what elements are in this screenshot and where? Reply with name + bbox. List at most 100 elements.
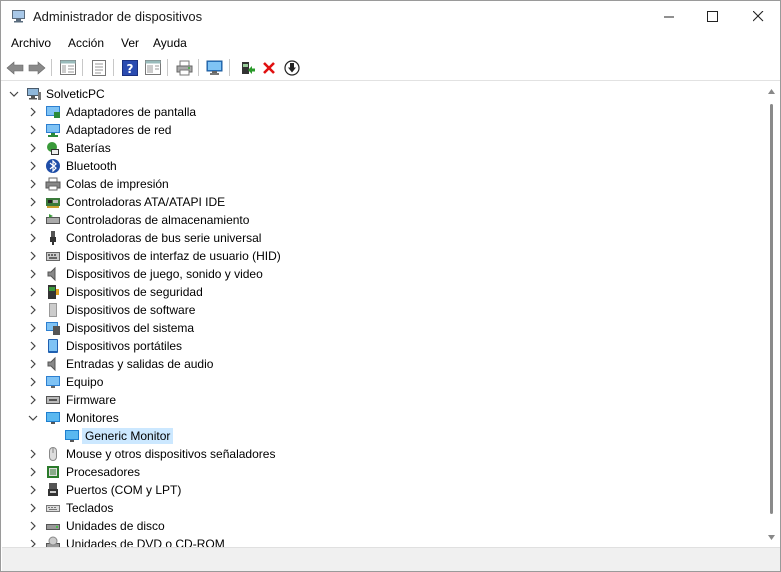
tree-category-row[interactable]: Teclados bbox=[2, 499, 742, 517]
disable-device-icon[interactable] bbox=[282, 58, 302, 77]
tree-category-row[interactable]: Controladoras ATA/ATAPI IDE bbox=[2, 193, 742, 211]
tree-category-row[interactable]: Bluetooth bbox=[2, 157, 742, 175]
chevron-right-icon[interactable] bbox=[27, 232, 39, 244]
tree-category-label: Monitores bbox=[66, 411, 119, 425]
tree-category-row[interactable]: Entradas y salidas de audio bbox=[2, 355, 742, 373]
tree-category-row[interactable]: Mouse y otros dispositivos señaladores bbox=[2, 445, 742, 463]
tree-category-row[interactable]: Dispositivos de interfaz de usuario (HID… bbox=[2, 247, 742, 265]
speaker-icon bbox=[45, 266, 61, 282]
audio-io-icon bbox=[45, 356, 61, 372]
tree-category-label: Dispositivos del sistema bbox=[66, 321, 195, 335]
chevron-right-icon[interactable] bbox=[27, 160, 39, 172]
menu-accion[interactable]: Acción bbox=[68, 36, 104, 50]
chevron-right-icon[interactable] bbox=[27, 484, 39, 496]
update-driver-icon[interactable] bbox=[237, 58, 257, 77]
tree-category-label: Colas de impresión bbox=[66, 177, 169, 191]
tree-category-label: Dispositivos de juego, sonido y video bbox=[66, 267, 263, 281]
chevron-right-icon[interactable] bbox=[27, 196, 39, 208]
tree-category-row[interactable]: Controladoras de almacenamiento bbox=[2, 211, 742, 229]
tree-category-row[interactable]: Puertos (COM y LPT) bbox=[2, 481, 742, 499]
properties-icon[interactable] bbox=[89, 58, 109, 77]
uninstall-device-icon[interactable] bbox=[259, 58, 279, 77]
menu-archivo[interactable]: Archivo bbox=[11, 36, 51, 50]
tree-category-label: Entradas y salidas de audio bbox=[66, 357, 214, 371]
keyboard-icon bbox=[45, 500, 61, 516]
show-hide-console-tree-icon[interactable] bbox=[58, 58, 78, 77]
chevron-right-icon[interactable] bbox=[27, 358, 39, 370]
tree-category-label: Dispositivos de interfaz de usuario (HID… bbox=[66, 249, 281, 263]
chevron-right-icon[interactable] bbox=[27, 502, 39, 514]
chevron-right-icon[interactable] bbox=[27, 340, 39, 352]
menu-bar: Archivo Acción Ver Ayuda bbox=[1, 32, 780, 54]
tree-category-label: Unidades de disco bbox=[66, 519, 165, 533]
minimize-button[interactable] bbox=[646, 1, 692, 32]
forward-arrow-icon[interactable] bbox=[27, 58, 47, 77]
vertical-scrollbar[interactable] bbox=[763, 82, 780, 547]
tree-category-row[interactable]: Dispositivos del sistema bbox=[2, 319, 742, 337]
chevron-right-icon[interactable] bbox=[27, 376, 39, 388]
tree-category-label: Dispositivos de seguridad bbox=[66, 285, 203, 299]
tree-category-row[interactable]: Monitores bbox=[2, 409, 742, 427]
device-manager-app-icon bbox=[11, 9, 26, 23]
chevron-down-icon[interactable] bbox=[8, 88, 20, 100]
tree-category-row[interactable]: Dispositivos de seguridad bbox=[2, 283, 742, 301]
device-tree[interactable]: SolveticPC Adaptadores de pantalla Adapta… bbox=[2, 82, 763, 547]
chevron-right-icon[interactable] bbox=[27, 520, 39, 532]
tree-category-label: Controladoras de bus serie universal bbox=[66, 231, 262, 245]
tree-category-row[interactable]: Controladoras de bus serie universal bbox=[2, 229, 742, 247]
tree-category-row[interactable]: Dispositivos portátiles bbox=[2, 337, 742, 355]
action-pane-icon[interactable] bbox=[143, 58, 163, 77]
computer-icon bbox=[26, 86, 42, 102]
maximize-button[interactable] bbox=[689, 1, 735, 32]
tree-category-row[interactable]: Unidades de DVD o CD-ROM bbox=[2, 535, 742, 547]
tree-category-row[interactable]: Colas de impresión bbox=[2, 175, 742, 193]
chevron-down-icon[interactable] bbox=[27, 412, 39, 424]
tree-root[interactable]: SolveticPC bbox=[2, 85, 742, 103]
chevron-right-icon[interactable] bbox=[27, 250, 39, 262]
chevron-right-icon[interactable] bbox=[27, 178, 39, 190]
scroll-thumb bbox=[770, 104, 773, 514]
help-icon[interactable]: ? bbox=[120, 58, 140, 77]
chevron-right-icon[interactable] bbox=[27, 394, 39, 406]
dvd-drive-icon bbox=[45, 536, 61, 547]
chevron-right-icon[interactable] bbox=[27, 466, 39, 478]
tree-category-row[interactable]: Adaptadores de red bbox=[2, 121, 742, 139]
tree-category-row[interactable]: Firmware bbox=[2, 391, 742, 409]
firmware-icon bbox=[45, 392, 61, 408]
scan-hardware-changes-icon[interactable] bbox=[205, 58, 225, 77]
tree-category-row[interactable]: Adaptadores de pantalla bbox=[2, 103, 742, 121]
chevron-right-icon[interactable] bbox=[27, 124, 39, 136]
status-bar bbox=[2, 547, 780, 571]
tree-category-row[interactable]: Procesadores bbox=[2, 463, 742, 481]
menu-ayuda[interactable]: Ayuda bbox=[153, 36, 187, 50]
print-icon[interactable] bbox=[174, 58, 194, 77]
tree-category-label: Baterías bbox=[66, 141, 111, 155]
chevron-right-icon[interactable] bbox=[27, 448, 39, 460]
chevron-right-icon[interactable] bbox=[27, 286, 39, 298]
tree-category-row[interactable]: Dispositivos de juego, sonido y video bbox=[2, 265, 742, 283]
chevron-right-icon[interactable] bbox=[27, 268, 39, 280]
storage-controller-icon bbox=[45, 212, 61, 228]
generic-monitor-label: Generic Monitor bbox=[82, 428, 174, 444]
portable-device-icon bbox=[45, 338, 61, 354]
chevron-right-icon[interactable] bbox=[27, 322, 39, 334]
tree-category-label: Unidades de DVD o CD-ROM bbox=[66, 537, 225, 547]
tree-category-row[interactable]: Unidades de disco bbox=[2, 517, 742, 535]
tree-category-row[interactable]: Dispositivos de software bbox=[2, 301, 742, 319]
tree-category-label: Procesadores bbox=[66, 465, 141, 479]
menu-ver[interactable]: Ver bbox=[121, 36, 139, 50]
chevron-right-icon[interactable] bbox=[27, 106, 39, 118]
tree-category-row[interactable]: Equipo bbox=[2, 373, 742, 391]
close-button[interactable] bbox=[735, 1, 781, 32]
tree-device-row-generic-monitor[interactable]: Generic Monitor bbox=[2, 427, 742, 445]
chevron-right-icon[interactable] bbox=[27, 214, 39, 226]
tree-category-label: Equipo bbox=[66, 375, 104, 389]
back-arrow-icon[interactable] bbox=[5, 58, 25, 77]
tree-category-row[interactable]: Baterías bbox=[2, 139, 742, 157]
chevron-right-icon[interactable] bbox=[27, 538, 39, 547]
tree-root-label: SolveticPC bbox=[46, 87, 105, 101]
tree-category-label: Puertos (COM y LPT) bbox=[66, 483, 182, 497]
chevron-right-icon[interactable] bbox=[27, 142, 39, 154]
chevron-right-icon[interactable] bbox=[27, 304, 39, 316]
title-bar: Administrador de dispositivos bbox=[1, 1, 780, 32]
